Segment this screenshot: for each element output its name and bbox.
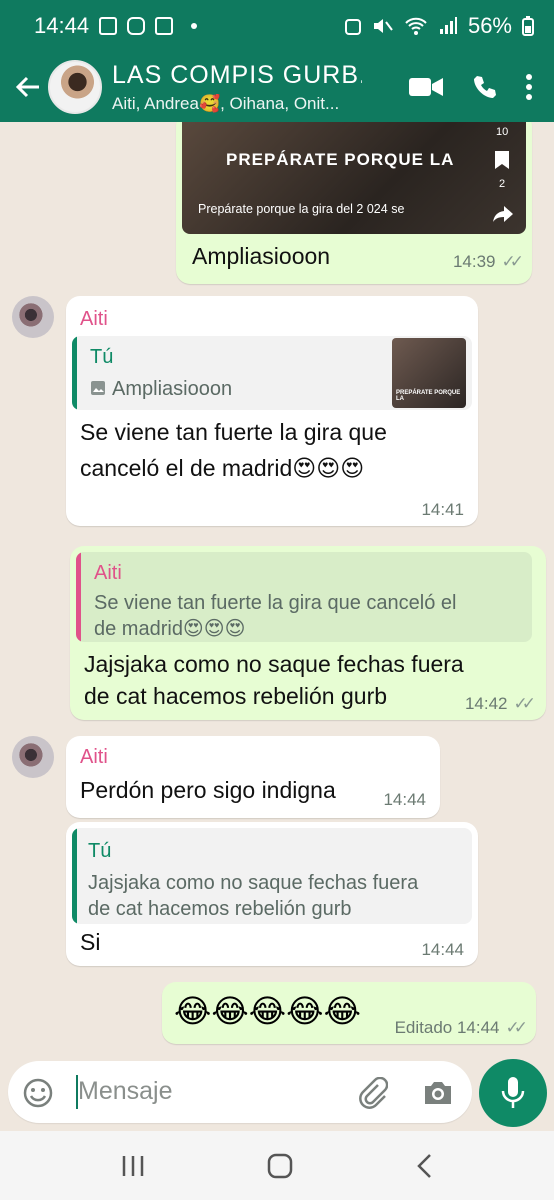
mute-icon — [373, 19, 393, 33]
message-time: 14:44 — [421, 940, 464, 959]
phone-icon[interactable] — [472, 74, 498, 100]
message-text-line1: Jajsjaka como no saque fechas fuera — [84, 651, 464, 677]
chat-messages[interactable]: PREPÁRATE PORQUE LA Prepárate porque la … — [0, 122, 554, 1057]
emoji-icon[interactable] — [22, 1077, 54, 1109]
more-options-icon[interactable] — [526, 74, 532, 100]
message-text: Ampliasiooon — [192, 243, 331, 269]
signal-icon — [439, 17, 457, 34]
message-time: 14:41 — [421, 500, 464, 519]
video-call-icon[interactable] — [408, 75, 444, 99]
group-name: LAS COMPIS GURB... — [112, 60, 362, 89]
quote-author: Tú — [88, 840, 112, 862]
message-composer: Mensaje — [0, 1057, 554, 1131]
message-text: Perdón pero sigo indigna — [80, 777, 336, 803]
share-icon — [493, 206, 513, 222]
sender-name: Aiti — [80, 746, 108, 768]
voice-message-button[interactable] — [479, 1059, 547, 1127]
attach-icon[interactable] — [358, 1077, 388, 1109]
message-time: Editado 14:44 ✓✓ — [394, 1018, 528, 1037]
quote-text-line2: de madrid😍😍😍 — [94, 618, 246, 640]
notification-dot-icon — [191, 23, 198, 29]
back-nav-icon[interactable] — [414, 1153, 434, 1179]
camera-icon[interactable] — [422, 1079, 454, 1107]
video-thumbnail[interactable]: PREPÁRATE PORQUE LA Prepárate porque la … — [182, 122, 526, 234]
message-input[interactable]: Mensaje — [8, 1061, 472, 1123]
recent-apps-icon[interactable] — [120, 1154, 146, 1178]
status-bar: 14:44 56% — [0, 0, 554, 52]
video-caption-small: Prepárate porque la gira del 2 024 se — [198, 202, 405, 216]
wifi-icon — [405, 17, 427, 35]
status-time: 14:44 — [34, 13, 90, 38]
read-ticks-icon: ✓✓ — [513, 694, 536, 713]
message-text: 😂😂😂😂😂 — [174, 993, 361, 1029]
system-nav-bar — [0, 1131, 554, 1200]
message-outgoing-video[interactable]: PREPÁRATE PORQUE LA Prepárate porque la … — [176, 122, 532, 284]
group-avatar[interactable] — [48, 60, 102, 114]
gallery-icon — [99, 17, 118, 35]
quote-author: Aiti — [94, 562, 122, 584]
quote-text-line1: Jajsjaka como no saque fechas fuera — [88, 872, 419, 894]
check-icon — [155, 17, 174, 35]
quote-text-line1: Se viene tan fuerte la gira que canceló … — [94, 592, 457, 614]
home-icon[interactable] — [267, 1153, 293, 1179]
quoted-message[interactable]: Aiti Se viene tan fuerte la gira que can… — [76, 552, 532, 642]
microphone-icon — [501, 1077, 525, 1108]
alarm-icon — [344, 19, 361, 35]
sender-avatar[interactable] — [12, 736, 54, 778]
image-icon — [91, 381, 105, 395]
sender-avatar[interactable] — [12, 296, 54, 338]
message-placeholder: Mensaje — [78, 1077, 173, 1105]
bookmark-icon — [495, 151, 509, 169]
message-incoming[interactable]: Tú Jajsjaka como no saque fechas fuera d… — [66, 822, 478, 966]
instagram-icon — [127, 17, 146, 35]
message-text-line2: de cat hacemos rebelión gurb — [84, 683, 388, 709]
message-time: 14:39 ✓✓ — [452, 252, 524, 271]
video-caption-big: PREPÁRATE PORQUE LA — [226, 150, 455, 169]
back-arrow-icon[interactable] — [8, 75, 48, 99]
message-outgoing[interactable]: Aiti Se viene tan fuerte la gira que can… — [70, 546, 546, 720]
message-text-line1: Se viene tan fuerte la gira que — [80, 419, 387, 445]
quote-text: Ampliasiooon — [112, 378, 233, 400]
message-time: 14:44 — [383, 790, 426, 809]
quote-text-line2: de cat hacemos rebelión gurb — [88, 898, 352, 920]
message-text: Si — [80, 929, 101, 955]
read-ticks-icon: ✓✓ — [505, 1018, 528, 1037]
chat-info[interactable]: LAS COMPIS GURB... Aiti, Andrea🥰, Oihana… — [112, 61, 362, 114]
message-outgoing[interactable]: 😂😂😂😂😂 Editado 14:44 ✓✓ — [162, 982, 536, 1044]
battery-icon — [522, 16, 534, 36]
message-incoming[interactable]: Aiti Perdón pero sigo indigna 14:44 — [66, 736, 440, 818]
message-text-line2: canceló el de madrid😍😍😍 — [80, 455, 365, 481]
quote-author: Tú — [90, 346, 114, 368]
battery-percent: 56% — [467, 13, 512, 38]
like-count: 10 — [496, 126, 509, 138]
bookmark-count: 2 — [499, 178, 506, 190]
quoted-message[interactable]: Tú Ampliasiooon PREPÁRATE PORQUE LA — [72, 336, 472, 410]
quote-thumbnail: PREPÁRATE PORQUE LA — [392, 338, 466, 408]
message-incoming[interactable]: Aiti Tú Ampliasiooon PREPÁRATE PORQUE LA… — [66, 296, 478, 526]
group-members: Aiti, Andrea🥰, Oihana, Onit... — [112, 93, 340, 113]
message-time: 14:42 ✓✓ — [464, 694, 536, 713]
chat-header: LAS COMPIS GURB... Aiti, Andrea🥰, Oihana… — [0, 52, 554, 122]
read-ticks-icon: ✓✓ — [501, 252, 524, 271]
sender-name: Aiti — [80, 308, 108, 330]
quoted-message[interactable]: Tú Jajsjaka como no saque fechas fuera d… — [72, 828, 472, 924]
